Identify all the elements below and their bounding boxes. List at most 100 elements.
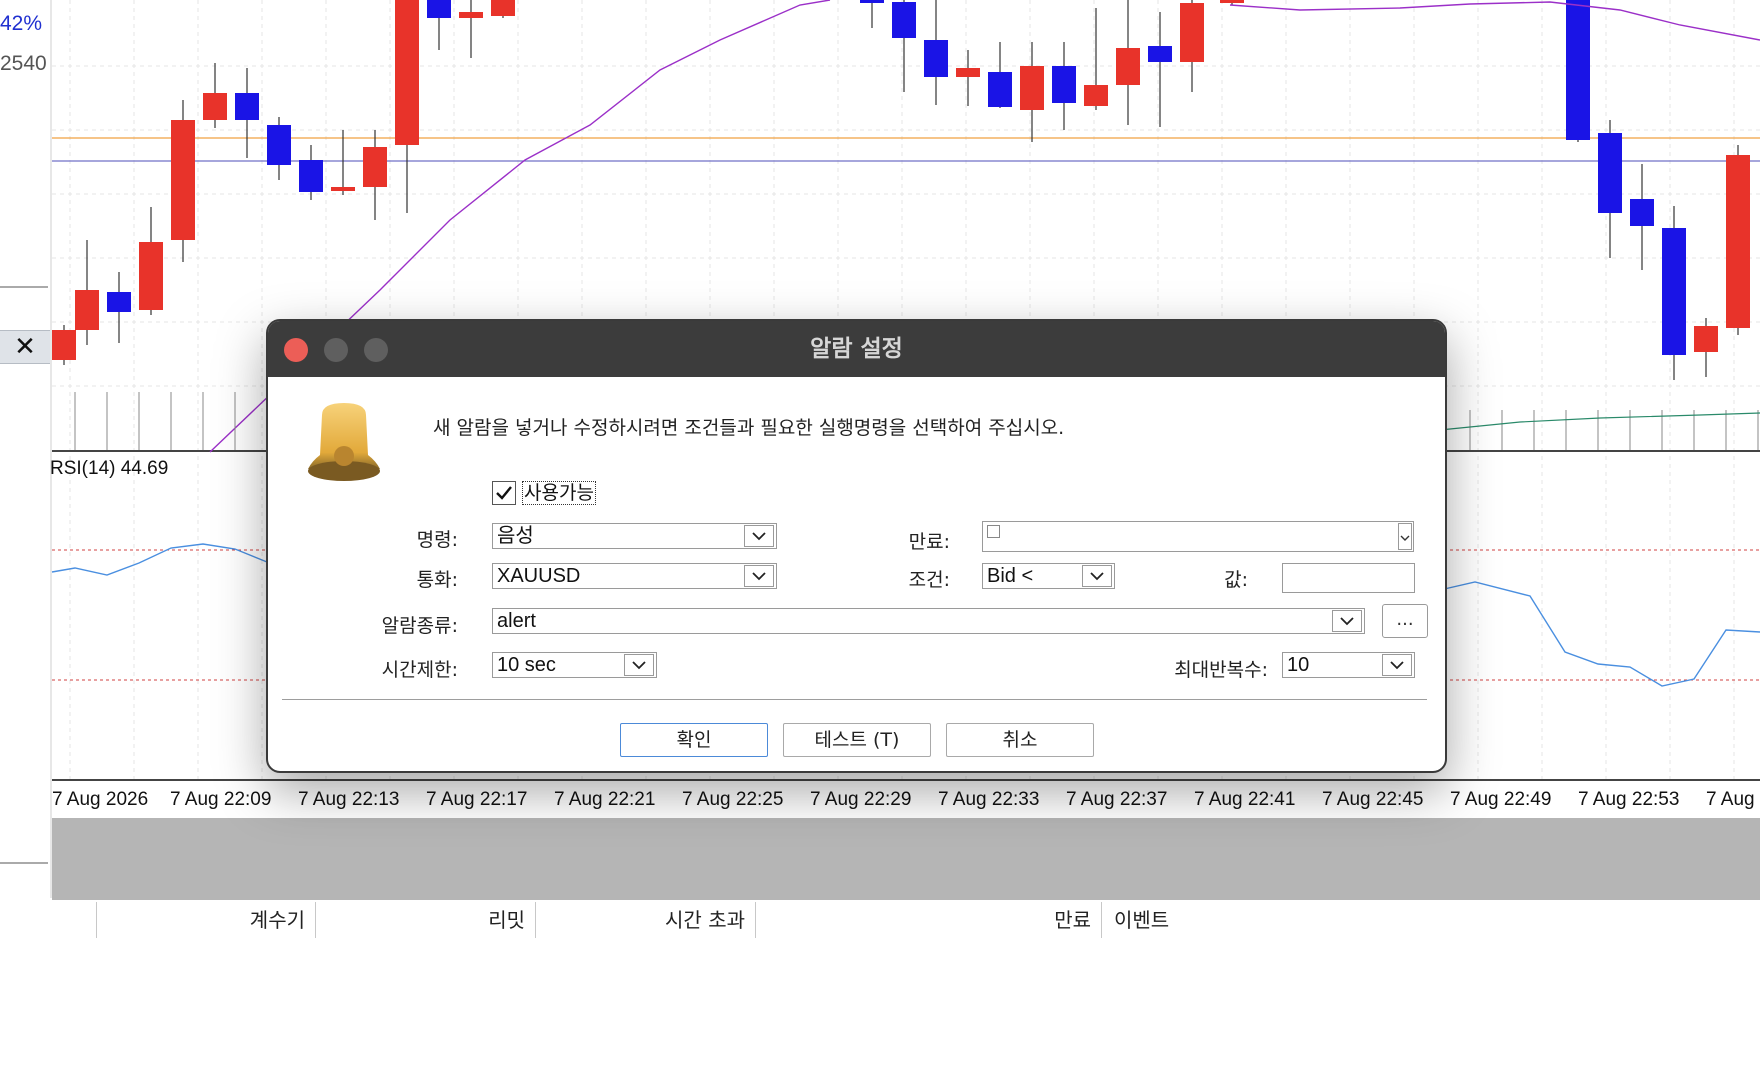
candle-body [860, 0, 884, 3]
alarm-settings-dialog: 알람 설정 새 알람을 넣거나 수정하시려면 조건들과 필요한 실행명령을 선택… [266, 319, 1447, 773]
condition-select[interactable]: Bid < [982, 563, 1115, 589]
time-axis-label: 7 Aug 2026 [52, 789, 149, 810]
time-axis-label: 7 Aug 22:53 [1578, 789, 1680, 810]
expiry-select[interactable] [982, 521, 1414, 552]
candle-body [171, 120, 195, 240]
candle-body [1726, 155, 1750, 328]
max-repeat-select[interactable]: 10 [1282, 652, 1415, 678]
symbol-select[interactable]: XAUUSD [492, 563, 777, 589]
condition-label: 조건: [908, 569, 950, 591]
candle-body [331, 187, 355, 191]
close-icon[interactable]: ✕ [0, 330, 50, 364]
dialog-description: 새 알람을 넣거나 수정하시려면 조건들과 필요한 실행명령을 선택하여 주십시… [433, 417, 1065, 439]
command-select[interactable]: 음성 [492, 523, 777, 549]
candle-body [956, 68, 980, 77]
volume-ma-line [1439, 412, 1760, 431]
chevron-down-icon[interactable] [624, 654, 654, 676]
time-axis-label: 7 Aug 22:37 [1066, 789, 1168, 810]
candle-body [1020, 66, 1044, 110]
candle-body [1116, 48, 1140, 85]
test-button[interactable]: 테스트 (T) [783, 723, 931, 757]
candle-body [1694, 326, 1718, 352]
rsi-line [1439, 581, 1760, 687]
max-repeat-value: 10 [1287, 654, 1310, 676]
column-header-counter[interactable]: 계수기 [96, 902, 316, 938]
time-axis-label: 7 Aug 22:41 [1194, 789, 1296, 810]
chevron-down-icon[interactable] [744, 565, 774, 587]
chevron-down-icon[interactable] [1332, 610, 1362, 632]
condition-value: Bid < [987, 565, 1034, 587]
candle-body [892, 2, 916, 38]
candle-body [491, 0, 515, 16]
command-label: 명령: [416, 529, 458, 551]
timeout-select[interactable]: 10 sec [492, 652, 657, 678]
checkmark-icon [496, 486, 512, 500]
candle-body [1662, 228, 1686, 355]
bell-icon [308, 403, 380, 481]
value-input[interactable] [1282, 563, 1415, 593]
time-axis-label: 7 Aug 22:25 [682, 789, 784, 810]
enabled-checkbox[interactable] [492, 481, 516, 505]
candle-body [1630, 199, 1654, 226]
dialog-titlebar[interactable]: 알람 설정 [268, 321, 1445, 377]
max-repeat-label: 최대반복수: [1174, 659, 1268, 681]
moving-average-line [1229, 1, 1760, 41]
chevron-down-icon[interactable] [1398, 523, 1412, 550]
dialog-title: 알람 설정 [810, 336, 903, 362]
candle-body [924, 40, 948, 77]
chevron-down-icon[interactable] [1082, 565, 1112, 587]
timeout-value: 10 sec [497, 654, 556, 676]
time-axis-label: 7 Aug 22:17 [426, 789, 528, 810]
browse-button[interactable]: ... [1382, 604, 1428, 638]
time-axis-label: 7 Aug 22:09 [170, 789, 272, 810]
expiry-label: 만료: [908, 531, 950, 553]
time-axis-label: 7 Aug 22:21 [554, 789, 656, 810]
alerts-table-header: 계수기 리밋 시간 초과 만료 이벤트 [0, 902, 1760, 938]
candle-body [988, 72, 1012, 107]
candle-body [299, 160, 323, 192]
dialog-separator [282, 699, 1427, 700]
alarm-type-label: 알람종류: [381, 615, 458, 637]
cancel-button[interactable]: 취소 [946, 723, 1094, 757]
symbol-value: XAUUSD [497, 565, 581, 587]
candle-body [459, 12, 483, 18]
candle-body [52, 330, 76, 360]
candle-body [1180, 3, 1204, 62]
time-axis-label: 7 Aug 22:33 [938, 789, 1040, 810]
rsi-line [51, 543, 268, 576]
chevron-down-icon[interactable] [744, 525, 774, 547]
time-axis-label: 7 Aug [1706, 789, 1755, 810]
chevron-down-icon[interactable] [1382, 654, 1412, 676]
candle-body [427, 0, 451, 18]
alarm-type-select[interactable]: alert [492, 608, 1365, 634]
expiry-checkbox[interactable] [987, 525, 1000, 538]
timeout-label: 시간제한: [381, 659, 458, 681]
column-header-limit[interactable]: 리밋 [316, 902, 536, 938]
candle-body [267, 125, 291, 165]
ok-button[interactable]: 확인 [620, 723, 768, 757]
value-label: 값: [1224, 569, 1248, 591]
candle-body [1598, 133, 1622, 213]
time-axis-label: 7 Aug 22:13 [298, 789, 400, 810]
column-header-expiry[interactable]: 만료 [756, 902, 1102, 938]
column-header-timeout[interactable]: 시간 초과 [536, 902, 756, 938]
candle-body [203, 93, 227, 120]
time-axis-label: 7 Aug 22:45 [1322, 789, 1424, 810]
time-axis-label: 7 Aug 22:29 [810, 789, 912, 810]
candle-body [235, 93, 259, 120]
chart-scroll-area [52, 818, 1760, 900]
candle-body [75, 290, 99, 330]
candle-body [1148, 46, 1172, 62]
candle-body [1220, 0, 1244, 3]
enabled-label[interactable]: 사용가능 [522, 481, 596, 505]
symbol-label: 통화: [416, 569, 458, 591]
price-value-label: 2540 [0, 52, 47, 75]
rsi-indicator-label: RSI(14) 44.69 [50, 458, 169, 479]
candle-body [1566, 0, 1590, 140]
candle-body [395, 0, 419, 145]
alarm-type-value: alert [497, 610, 536, 632]
price-percent-label: 42% [0, 12, 43, 35]
candle-body [1052, 66, 1076, 103]
candle-body [363, 147, 387, 187]
column-header-event[interactable]: 이벤트 [1102, 902, 1202, 938]
